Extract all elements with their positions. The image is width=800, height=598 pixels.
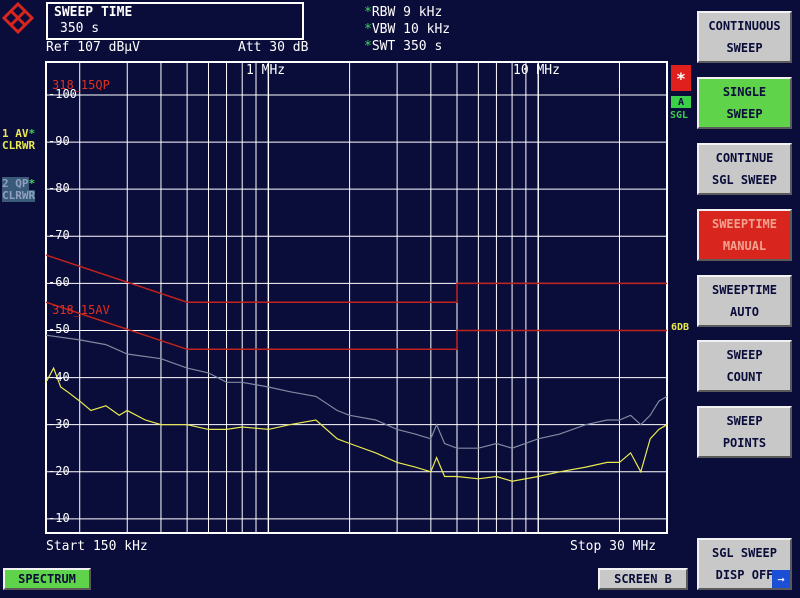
sweeptime-manual-button[interactable]: SWEEPTIME MANUAL: [697, 209, 792, 261]
trace-a-indicator: A: [671, 96, 691, 108]
alert-indicator: *: [671, 65, 691, 91]
y-tick-label: -70: [48, 228, 70, 243]
single-sweep-button[interactable]: SINGLE SWEEP: [697, 77, 792, 129]
y-tick-label: -90: [48, 134, 70, 149]
y-tick-label: -20: [48, 463, 70, 478]
sweeptime-auto-button[interactable]: SWEEPTIME AUTO: [697, 275, 792, 327]
stop-frequency: Stop 30 MHz: [570, 539, 657, 554]
x-marker-10mhz: 10 MHz: [513, 63, 560, 78]
spectrum-button[interactable]: SPECTRUM: [3, 568, 91, 590]
continuous-sweep-button[interactable]: CONTINUOUS SWEEP: [697, 11, 792, 63]
limit-qp-label: 318_15QP: [52, 78, 110, 92]
y-tick-label: -60: [48, 275, 70, 290]
y-tick-label: -50: [48, 322, 70, 337]
y-tick-label: -80: [48, 181, 70, 196]
continue-sgl-sweep-button[interactable]: CONTINUE SGL SWEEP: [697, 143, 792, 195]
arrow-right-icon[interactable]: →: [772, 570, 790, 588]
plot-area: [45, 61, 668, 534]
screen-b-button[interactable]: SCREEN B: [598, 568, 688, 590]
start-frequency: Start 150 kHz: [46, 539, 148, 554]
x-marker-1mhz: 1 MHz: [246, 63, 286, 78]
limit-av-label: 318_15AV: [52, 303, 110, 317]
6db-indicator: 6DB: [671, 322, 690, 333]
y-tick-label: -30: [48, 416, 70, 431]
sweep-count-button[interactable]: SWEEP COUNT: [697, 340, 792, 392]
y-tick-label: -10: [48, 510, 70, 525]
y-tick-label: -40: [48, 369, 70, 384]
sgl-indicator: SGL: [670, 110, 689, 121]
sweep-points-button[interactable]: SWEEP POINTS: [697, 406, 792, 458]
